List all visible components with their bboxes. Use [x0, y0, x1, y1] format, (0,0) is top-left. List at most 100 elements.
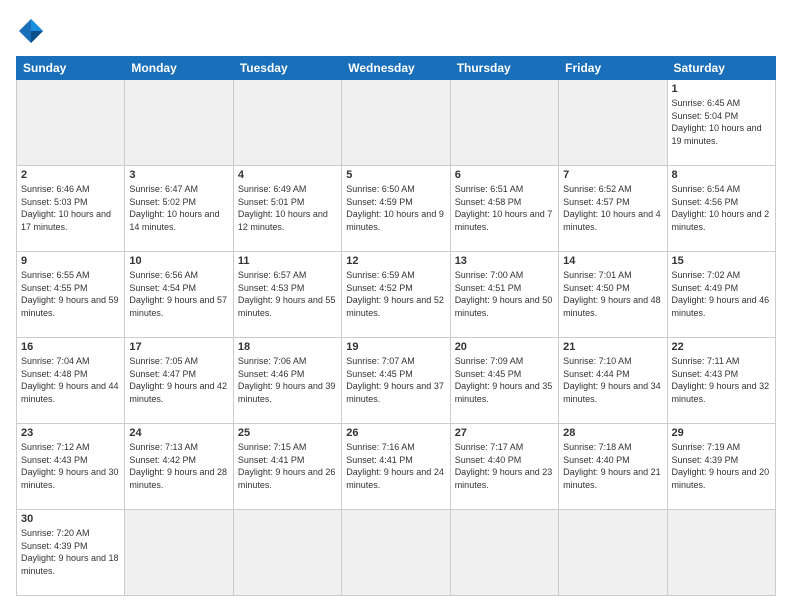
calendar-header-row: SundayMondayTuesdayWednesdayThursdayFrid… [17, 57, 776, 80]
day-info: Sunrise: 6:47 AMSunset: 5:02 PMDaylight:… [129, 183, 228, 233]
day-info: Sunrise: 7:11 AMSunset: 4:43 PMDaylight:… [672, 355, 771, 405]
calendar-cell: 24 Sunrise: 7:13 AMSunset: 4:42 PMDayligh… [125, 424, 233, 510]
day-number: 18 [238, 341, 337, 353]
day-number: 4 [238, 169, 337, 181]
calendar-cell: 13 Sunrise: 7:00 AMSunset: 4:51 PMDayligh… [450, 252, 558, 338]
day-number: 11 [238, 255, 337, 267]
day-info: Sunrise: 7:07 AMSunset: 4:45 PMDaylight:… [346, 355, 445, 405]
calendar-header-sunday: Sunday [17, 57, 125, 80]
day-info: Sunrise: 7:19 AMSunset: 4:39 PMDaylight:… [672, 441, 771, 491]
calendar-header-friday: Friday [559, 57, 667, 80]
week-row-3: 9 Sunrise: 6:55 AMSunset: 4:55 PMDaylight… [17, 252, 776, 338]
day-info: Sunrise: 6:45 AMSunset: 5:04 PMDaylight:… [672, 97, 771, 147]
generalblue-icon [16, 16, 46, 46]
page: SundayMondayTuesdayWednesdayThursdayFrid… [0, 0, 792, 612]
day-info: Sunrise: 6:50 AMSunset: 4:59 PMDaylight:… [346, 183, 445, 233]
calendar-cell: 5 Sunrise: 6:50 AMSunset: 4:59 PMDaylight… [342, 166, 450, 252]
calendar-cell: 2 Sunrise: 6:46 AMSunset: 5:03 PMDaylight… [17, 166, 125, 252]
day-number: 23 [21, 427, 120, 439]
calendar-cell: 20 Sunrise: 7:09 AMSunset: 4:45 PMDayligh… [450, 338, 558, 424]
calendar-cell [450, 510, 558, 596]
day-info: Sunrise: 6:51 AMSunset: 4:58 PMDaylight:… [455, 183, 554, 233]
calendar-cell: 17Sunrise: 7:05 AMSunset: 4:47 PMDayligh… [125, 338, 233, 424]
day-info: Sunrise: 7:00 AMSunset: 4:51 PMDaylight:… [455, 269, 554, 319]
week-row-6: 30 Sunrise: 7:20 AMSunset: 4:39 PMDayligh… [17, 510, 776, 596]
day-info: Sunrise: 6:55 AMSunset: 4:55 PMDaylight:… [21, 269, 120, 319]
calendar-cell: 4 Sunrise: 6:49 AMSunset: 5:01 PMDaylight… [233, 166, 341, 252]
calendar-cell: 9 Sunrise: 6:55 AMSunset: 4:55 PMDaylight… [17, 252, 125, 338]
day-number: 16 [21, 341, 120, 353]
calendar-cell [233, 80, 341, 166]
calendar-cell [342, 80, 450, 166]
week-row-1: 1 Sunrise: 6:45 AMSunset: 5:04 PMDaylight… [17, 80, 776, 166]
day-number: 19 [346, 341, 445, 353]
day-number: 26 [346, 427, 445, 439]
day-number: 21 [563, 341, 662, 353]
day-info: Sunrise: 7:09 AMSunset: 4:45 PMDaylight:… [455, 355, 554, 405]
calendar-cell [342, 510, 450, 596]
calendar-cell [667, 510, 775, 596]
day-number: 6 [455, 169, 554, 181]
calendar-cell: 7 Sunrise: 6:52 AMSunset: 4:57 PMDaylight… [559, 166, 667, 252]
calendar-header-wednesday: Wednesday [342, 57, 450, 80]
day-info: Sunrise: 6:49 AMSunset: 5:01 PMDaylight:… [238, 183, 337, 233]
calendar-header-tuesday: Tuesday [233, 57, 341, 80]
calendar-header-thursday: Thursday [450, 57, 558, 80]
day-number: 29 [672, 427, 771, 439]
calendar-cell: 15Sunrise: 7:02 AMSunset: 4:49 PMDayligh… [667, 252, 775, 338]
day-info: Sunrise: 7:05 AMSunset: 4:47 PMDaylight:… [129, 355, 228, 405]
calendar-cell [559, 510, 667, 596]
day-number: 22 [672, 341, 771, 353]
day-number: 9 [21, 255, 120, 267]
logo [16, 16, 50, 46]
day-info: Sunrise: 6:52 AMSunset: 4:57 PMDaylight:… [563, 183, 662, 233]
calendar-cell: 1 Sunrise: 6:45 AMSunset: 5:04 PMDaylight… [667, 80, 775, 166]
week-row-2: 2 Sunrise: 6:46 AMSunset: 5:03 PMDaylight… [17, 166, 776, 252]
calendar-cell [559, 80, 667, 166]
day-number: 8 [672, 169, 771, 181]
day-info: Sunrise: 7:10 AMSunset: 4:44 PMDaylight:… [563, 355, 662, 405]
day-info: Sunrise: 7:12 AMSunset: 4:43 PMDaylight:… [21, 441, 120, 491]
day-info: Sunrise: 7:02 AMSunset: 4:49 PMDaylight:… [672, 269, 771, 319]
calendar-cell: 25Sunrise: 7:15 AMSunset: 4:41 PMDayligh… [233, 424, 341, 510]
calendar-cell [233, 510, 341, 596]
day-info: Sunrise: 6:56 AMSunset: 4:54 PMDaylight:… [129, 269, 228, 319]
day-info: Sunrise: 6:59 AMSunset: 4:52 PMDaylight:… [346, 269, 445, 319]
calendar-cell: 3 Sunrise: 6:47 AMSunset: 5:02 PMDaylight… [125, 166, 233, 252]
day-info: Sunrise: 7:20 AMSunset: 4:39 PMDaylight:… [21, 527, 120, 577]
day-info: Sunrise: 6:57 AMSunset: 4:53 PMDaylight:… [238, 269, 337, 319]
calendar-cell: 10 Sunrise: 6:56 AMSunset: 4:54 PMDayligh… [125, 252, 233, 338]
day-number: 13 [455, 255, 554, 267]
calendar-cell [17, 80, 125, 166]
day-number: 2 [21, 169, 120, 181]
day-number: 25 [238, 427, 337, 439]
week-row-5: 23 Sunrise: 7:12 AMSunset: 4:43 PMDayligh… [17, 424, 776, 510]
calendar-cell: 16Sunrise: 7:04 AMSunset: 4:48 PMDayligh… [17, 338, 125, 424]
day-number: 28 [563, 427, 662, 439]
day-info: Sunrise: 6:46 AMSunset: 5:03 PMDaylight:… [21, 183, 120, 233]
day-info: Sunrise: 7:13 AMSunset: 4:42 PMDaylight:… [129, 441, 228, 491]
calendar-cell: 22 Sunrise: 7:11 AMSunset: 4:43 PMDayligh… [667, 338, 775, 424]
day-number: 1 [672, 83, 771, 95]
calendar-cell: 26Sunrise: 7:16 AMSunset: 4:41 PMDayligh… [342, 424, 450, 510]
day-info: Sunrise: 7:17 AMSunset: 4:40 PMDaylight:… [455, 441, 554, 491]
day-number: 27 [455, 427, 554, 439]
calendar-cell: 28Sunrise: 7:18 AMSunset: 4:40 PMDayligh… [559, 424, 667, 510]
day-number: 24 [129, 427, 228, 439]
day-number: 10 [129, 255, 228, 267]
calendar-cell: 6 Sunrise: 6:51 AMSunset: 4:58 PMDaylight… [450, 166, 558, 252]
day-number: 5 [346, 169, 445, 181]
header [16, 16, 776, 46]
calendar-cell: 8Sunrise: 6:54 AMSunset: 4:56 PMDaylight… [667, 166, 775, 252]
day-number: 20 [455, 341, 554, 353]
calendar-cell: 21 Sunrise: 7:10 AMSunset: 4:44 PMDayligh… [559, 338, 667, 424]
day-info: Sunrise: 7:01 AMSunset: 4:50 PMDaylight:… [563, 269, 662, 319]
day-number: 7 [563, 169, 662, 181]
week-row-4: 16Sunrise: 7:04 AMSunset: 4:48 PMDayligh… [17, 338, 776, 424]
calendar-cell: 12Sunrise: 6:59 AMSunset: 4:52 PMDayligh… [342, 252, 450, 338]
calendar-cell: 30 Sunrise: 7:20 AMSunset: 4:39 PMDayligh… [17, 510, 125, 596]
day-number: 30 [21, 513, 120, 525]
calendar-cell: 23 Sunrise: 7:12 AMSunset: 4:43 PMDayligh… [17, 424, 125, 510]
calendar-cell: 11 Sunrise: 6:57 AMSunset: 4:53 PMDayligh… [233, 252, 341, 338]
day-number: 3 [129, 169, 228, 181]
